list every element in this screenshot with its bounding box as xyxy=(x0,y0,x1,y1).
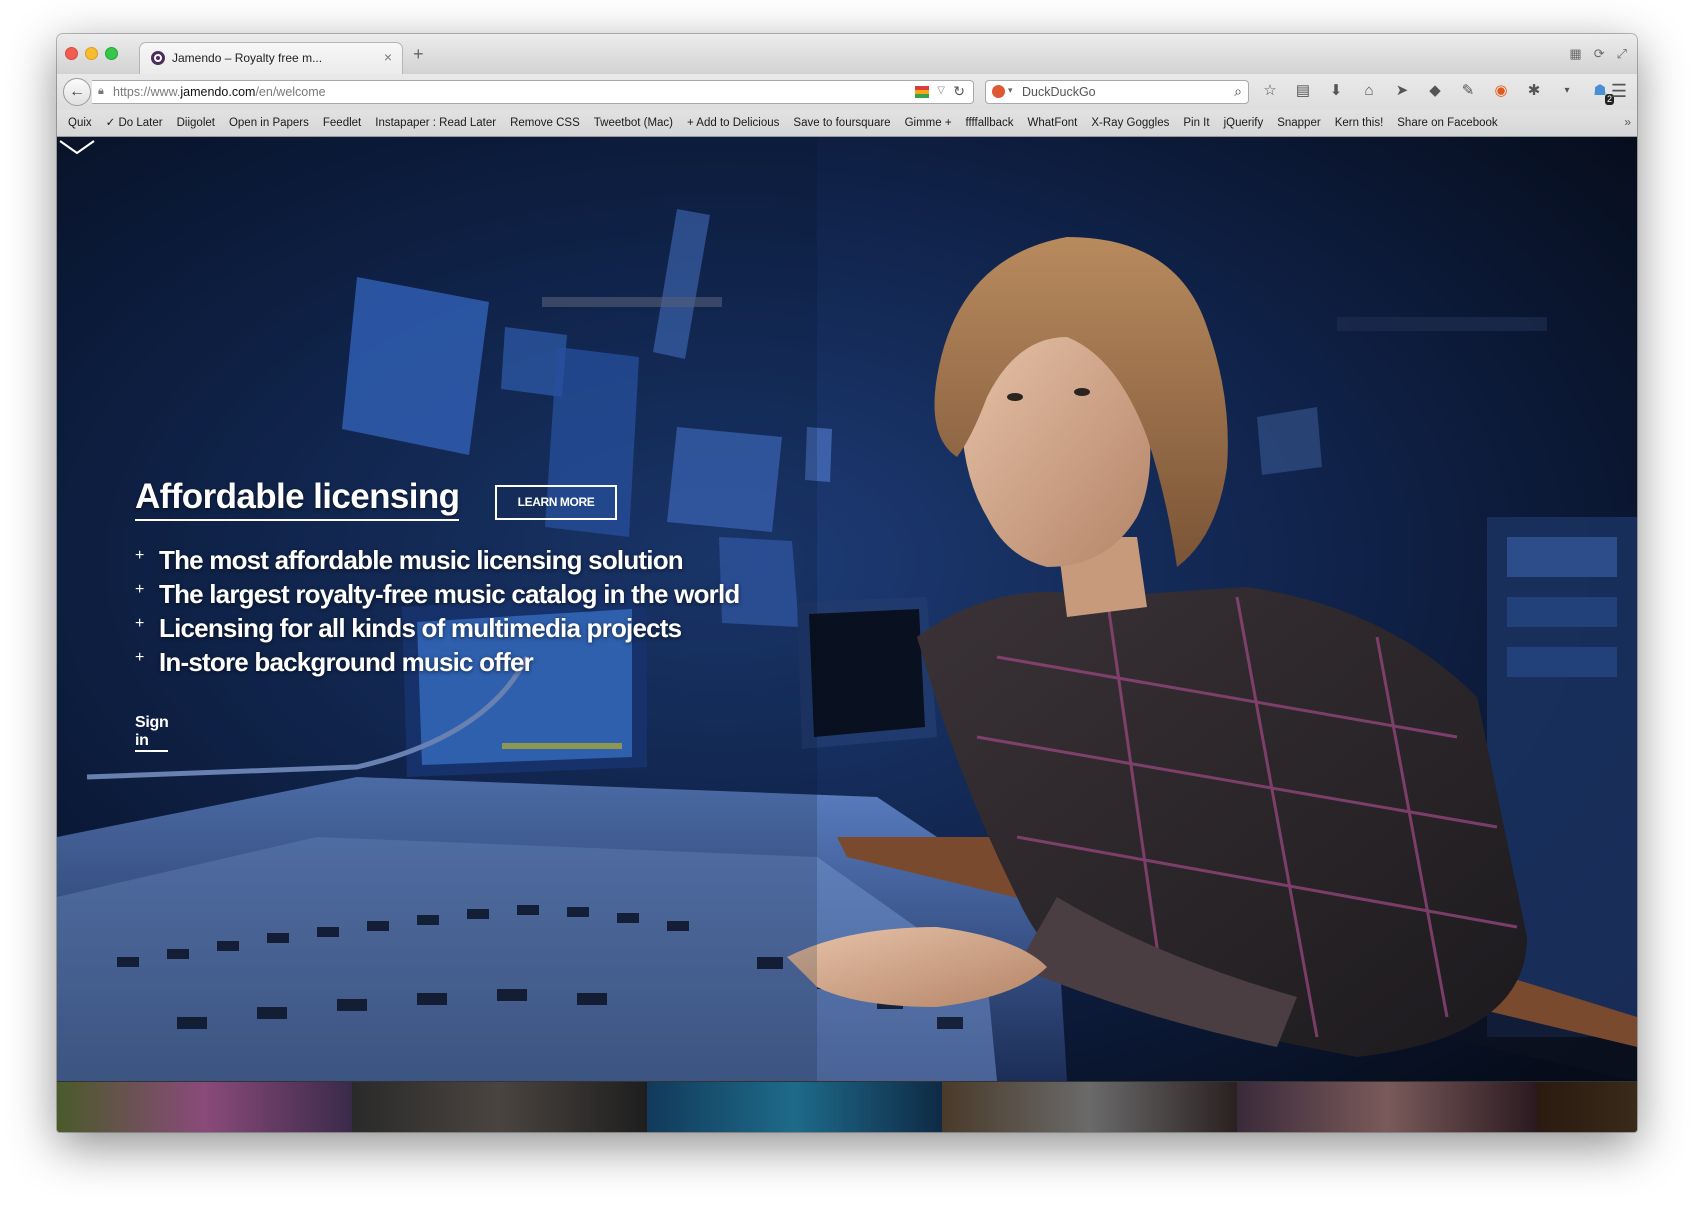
plus-bullet-icon: + xyxy=(135,581,145,598)
bookmarks-toolbar: Quix ✓ Do Later Diigolet Open in Papers Feed… xyxy=(57,110,1637,137)
bookmark-item[interactable]: WhatFont xyxy=(1028,110,1078,136)
send-icon[interactable]: ➤ xyxy=(1391,80,1413,102)
wrench-icon[interactable]: ✎ xyxy=(1457,80,1479,102)
url-domain: jamendo.com xyxy=(180,85,256,99)
tab-strip: Jamendo – Royalty free m... × + ▦ ⟳ ⤢ xyxy=(57,34,1637,75)
bookmark-item[interactable]: Tweetbot (Mac) xyxy=(594,110,673,136)
bookmark-item[interactable]: Quix xyxy=(68,110,92,136)
ghostery-icon[interactable]: ☗ 2 xyxy=(1589,80,1614,105)
bookmark-item[interactable]: Open in Papers xyxy=(229,110,309,136)
active-tab[interactable]: Jamendo – Royalty free m... × xyxy=(139,42,403,74)
bookmark-item[interactable]: Diigolet xyxy=(177,110,215,136)
reload-icon[interactable]: ↻ xyxy=(953,83,965,100)
bookmark-item[interactable]: Save to foursquare xyxy=(793,110,890,136)
back-button[interactable]: ← xyxy=(63,78,91,106)
feed-icon[interactable] xyxy=(915,86,929,98)
address-bar[interactable]: 🔒︎ https://www.jamendo.com/en/welcome ▽ … xyxy=(92,80,974,104)
close-window-button[interactable] xyxy=(65,47,78,60)
artist-thumbnail[interactable] xyxy=(352,1082,647,1132)
bookmark-item[interactable]: Share on Facebook xyxy=(1397,110,1497,136)
learn-more-button[interactable]: LEARN MORE xyxy=(495,485,617,520)
feature-text: In-store background music offer xyxy=(159,647,534,677)
search-icon[interactable]: ⌕ xyxy=(1234,83,1242,100)
addon-diamond-icon[interactable]: ◆ xyxy=(1424,80,1446,102)
plus-bullet-icon: + xyxy=(135,547,145,564)
jamendo-favicon-icon xyxy=(151,51,165,65)
bookmark-item[interactable]: Kern this! xyxy=(1335,110,1384,136)
duckduckgo-icon[interactable] xyxy=(992,85,1005,98)
artist-thumbnail[interactable] xyxy=(1537,1082,1637,1132)
bookmarks-list: Quix ✓ Do Later Diigolet Open in Papers Feed… xyxy=(57,110,1637,136)
bookmark-star-icon[interactable]: ☆ xyxy=(1259,80,1281,102)
toolbar-icons: ☆ ▤ ⬇ ⌂ ➤ ◆ ✎ ◉ ✱ ▾ ☗ 2 xyxy=(1259,80,1614,105)
web-page: Affordable licensing LEARN MORE + The mo… xyxy=(57,137,1637,1132)
fullscreen-icon[interactable]: ⤢ xyxy=(1617,46,1627,62)
history-dropdown-icon[interactable]: ▽ xyxy=(937,85,945,96)
artist-thumbnail[interactable] xyxy=(57,1082,352,1132)
tabbar-tools: ▦ ⟳ ⤢ xyxy=(1569,46,1627,62)
bookmark-item[interactable]: Snapper xyxy=(1277,110,1320,136)
engine-dropdown-icon[interactable]: ▾ xyxy=(1008,85,1013,96)
bookmark-item[interactable]: Instapaper : Read Later xyxy=(375,110,496,136)
plus-bullet-icon: + xyxy=(135,615,145,632)
tab-groups-icon[interactable]: ▦ xyxy=(1569,46,1581,62)
plus-bullet-icon: + xyxy=(135,649,145,666)
search-input[interactable]: DuckDuckGo xyxy=(1022,85,1096,99)
bookmark-item[interactable]: Gimme + xyxy=(905,110,952,136)
hero-section: Affordable licensing LEARN MORE + The mo… xyxy=(57,137,1637,1081)
bookmark-item[interactable]: ffffallback xyxy=(966,110,1014,136)
bookmark-item[interactable]: ✓ Do Later xyxy=(106,110,163,136)
tab-close-icon[interactable]: × xyxy=(384,49,392,65)
artist-thumbnail[interactable] xyxy=(647,1082,942,1132)
bookmarks-overflow-icon[interactable]: » xyxy=(1624,115,1631,129)
lock-icon: 🔒︎ xyxy=(98,85,104,97)
url-text[interactable]: https://www.jamendo.com/en/welcome xyxy=(113,85,326,99)
sign-in-link[interactable]: Sign in xyxy=(135,714,169,752)
feature-text: The largest royalty-free music catalog i… xyxy=(159,579,740,609)
feature-text: Licensing for all kinds of multimedia pr… xyxy=(159,613,682,643)
artist-thumbnail-strip xyxy=(57,1081,1637,1132)
browser-window: Jamendo – Royalty free m... × + ▦ ⟳ ⤢ ← … xyxy=(57,34,1637,1132)
bookmark-item[interactable]: Remove CSS xyxy=(510,110,580,136)
reading-list-icon[interactable]: ▤ xyxy=(1292,80,1314,102)
navigation-toolbar: ← 🔒︎ https://www.jamendo.com/en/welcome … xyxy=(57,74,1637,110)
puzzle-icon[interactable]: ✱ xyxy=(1523,80,1545,102)
minimize-window-button[interactable] xyxy=(85,47,98,60)
bookmark-item[interactable]: + Add to Delicious xyxy=(687,110,779,136)
feature-text: The most affordable music licensing solu… xyxy=(159,545,684,575)
bookmark-item[interactable]: Pin It xyxy=(1183,110,1209,136)
search-bar[interactable]: ▾ DuckDuckGo ⌕ xyxy=(985,80,1249,104)
home-icon[interactable]: ⌂ xyxy=(1358,80,1380,102)
scroll-down-chevron-icon[interactable] xyxy=(57,137,97,157)
bookmark-item[interactable]: jQuerify xyxy=(1224,110,1264,136)
sync-icon[interactable]: ⟳ xyxy=(1594,46,1605,62)
hero-headline-link[interactable]: Affordable licensing xyxy=(135,477,460,521)
artist-thumbnail[interactable] xyxy=(1237,1082,1537,1132)
bookmark-item[interactable]: X-Ray Goggles xyxy=(1091,110,1169,136)
new-tab-button[interactable]: + xyxy=(413,44,424,65)
addon-circle-icon[interactable]: ◉ xyxy=(1490,80,1512,102)
dropdown-icon[interactable]: ▾ xyxy=(1556,80,1578,102)
back-arrow-icon: ← xyxy=(69,83,85,100)
tab-title: Jamendo – Royalty free m... xyxy=(172,51,323,65)
downloads-icon[interactable]: ⬇ xyxy=(1325,80,1347,102)
artist-thumbnail[interactable] xyxy=(942,1082,1237,1132)
bookmark-item[interactable]: Feedlet xyxy=(323,110,361,136)
zoom-window-button[interactable] xyxy=(105,47,118,60)
hamburger-menu-icon[interactable]: ☰ xyxy=(1611,81,1627,102)
